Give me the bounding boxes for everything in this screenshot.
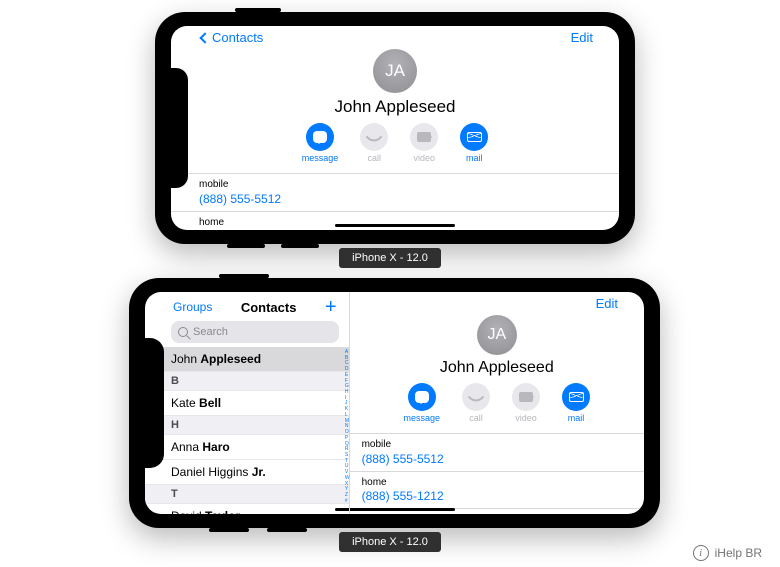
home-indicator[interactable] bbox=[335, 224, 455, 227]
mail-button[interactable]: mail bbox=[460, 123, 488, 163]
groups-button[interactable]: Groups bbox=[173, 300, 212, 314]
call-icon bbox=[468, 389, 485, 406]
avatar[interactable]: JA bbox=[477, 315, 517, 355]
attribution: i iHelp BR bbox=[693, 545, 762, 561]
call-icon bbox=[366, 129, 383, 146]
message-icon bbox=[415, 391, 429, 403]
list-item[interactable]: David Taylor bbox=[145, 504, 349, 514]
info-icon: i bbox=[693, 545, 709, 561]
home-indicator[interactable] bbox=[335, 508, 455, 511]
device-label-bottom: iPhone X - 12.0 bbox=[339, 532, 441, 552]
device-notch bbox=[171, 68, 188, 188]
chevron-left-icon bbox=[199, 32, 210, 43]
list-item[interactable]: Kate Bell bbox=[145, 391, 349, 416]
home-field[interactable]: home(888) 555-1212 bbox=[171, 212, 619, 231]
home-field[interactable]: home(888) 555-1212 bbox=[350, 472, 644, 510]
section-header: B bbox=[145, 372, 349, 391]
section-header: T bbox=[145, 485, 349, 504]
mail-button[interactable]: mail bbox=[562, 383, 590, 423]
message-button[interactable]: message bbox=[302, 123, 339, 163]
section-header: H bbox=[145, 416, 349, 435]
contacts-split-screen: Groups Contacts + Search John Appleseed … bbox=[145, 292, 644, 514]
video-icon bbox=[417, 132, 431, 142]
mobile-field[interactable]: mobile(888) 555-5512 bbox=[350, 434, 644, 472]
master-title: Contacts bbox=[241, 300, 297, 315]
contact-name: John Appleseed bbox=[440, 359, 554, 377]
call-button[interactable]: call bbox=[360, 123, 388, 163]
avatar[interactable]: JA bbox=[373, 49, 417, 93]
message-button[interactable]: message bbox=[404, 383, 441, 423]
edit-button[interactable]: Edit bbox=[596, 296, 618, 311]
add-contact-button[interactable]: + bbox=[325, 297, 337, 317]
device-notch bbox=[145, 338, 164, 468]
call-button[interactable]: call bbox=[462, 383, 490, 423]
video-icon bbox=[519, 392, 533, 402]
contact-name: John Appleseed bbox=[335, 97, 456, 117]
search-icon bbox=[178, 327, 188, 337]
message-icon bbox=[313, 131, 327, 143]
edit-button[interactable]: Edit bbox=[571, 30, 593, 45]
list-item[interactable]: John Appleseed bbox=[145, 347, 349, 372]
mail-icon bbox=[569, 392, 584, 402]
back-button[interactable]: Contacts bbox=[201, 30, 263, 45]
section-index[interactable]: ABCDEFGHIJKLMNOPQRSTUVWXYZ# bbox=[345, 350, 350, 504]
search-input[interactable]: Search bbox=[171, 321, 339, 343]
list-item[interactable]: Anna Haro bbox=[145, 435, 349, 460]
device-label-top: iPhone X - 12.0 bbox=[339, 248, 441, 268]
contacts-detail-screen: Contacts Edit JA John Appleseed message … bbox=[171, 26, 619, 230]
back-label: Contacts bbox=[212, 30, 263, 45]
video-button[interactable]: video bbox=[512, 383, 540, 423]
mail-icon bbox=[467, 132, 482, 142]
video-button[interactable]: video bbox=[410, 123, 438, 163]
mobile-field[interactable]: mobile(888) 555-5512 bbox=[171, 174, 619, 212]
search-placeholder: Search bbox=[193, 326, 228, 338]
list-item[interactable]: Daniel Higgins Jr. bbox=[145, 460, 349, 485]
